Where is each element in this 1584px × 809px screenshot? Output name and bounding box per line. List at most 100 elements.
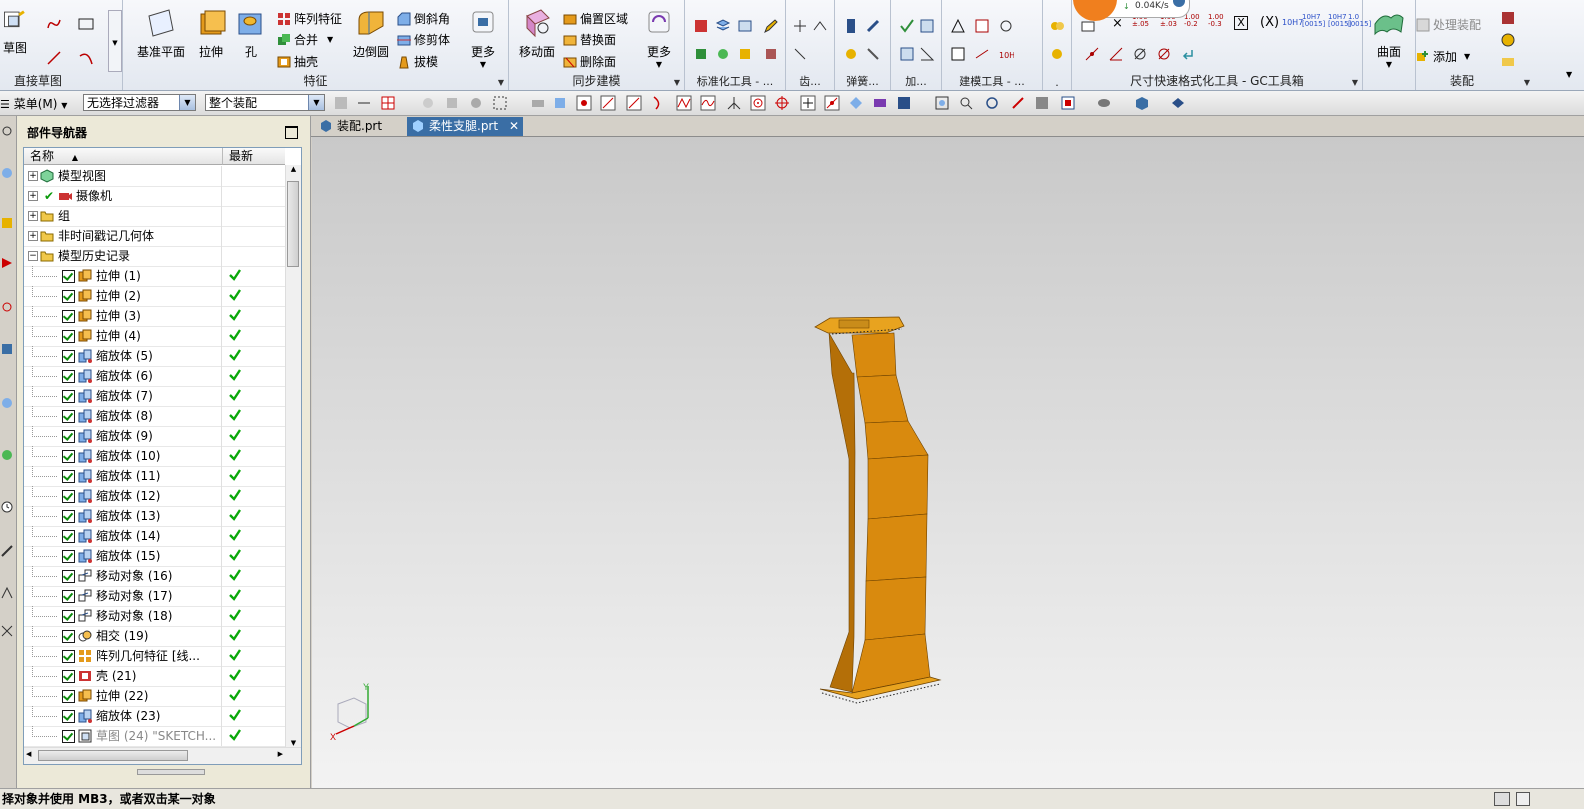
datum-plane-button[interactable]: 基准平面 [135,8,187,60]
graphics-window[interactable]: Y X [312,137,1584,788]
gear-mesh-icon[interactable] [812,18,828,34]
snap-grid-icon[interactable] [896,95,912,111]
assembly-group-dropdown[interactable]: ▼ [1524,78,1530,87]
feature-row[interactable]: 缩放体 (8) [24,406,285,427]
feature-row[interactable]: 拉伸 (22) [24,686,285,707]
snap-quadrant-icon[interactable] [774,95,790,111]
line-icon[interactable] [46,50,62,66]
dim-angle-icon[interactable] [1108,46,1124,62]
feature-visibility-checkbox[interactable] [62,330,75,343]
replace-face-button[interactable]: 替换面 [563,31,616,48]
feature-row[interactable]: 缩放体 (13) [24,506,285,527]
snap-control-icon[interactable] [676,95,692,111]
weld-icon[interactable] [763,46,779,62]
snap-on-curve-icon[interactable] [824,95,840,111]
reuse-library-icon[interactable] [0,300,14,314]
feature-row[interactable]: 缩放体 (11) [24,466,285,487]
feature-row[interactable]: 缩放体 (7) [24,386,285,407]
pan-view-icon[interactable] [1010,95,1026,111]
tab-flexible-leg[interactable]: 柔性支腿.prt ✕ [407,117,523,136]
feature-row[interactable]: 缩放体 (9) [24,426,285,447]
layer-icon[interactable] [715,18,731,34]
feature-row[interactable]: 壳 (21) [24,666,285,687]
feature-row[interactable]: 拉伸 (4) [24,326,285,347]
view-triad[interactable]: Y X [330,682,390,742]
snap-line-icon[interactable] [626,95,642,111]
expand-icon[interactable]: + [28,171,38,181]
orient-view-icon[interactable] [1060,95,1076,111]
horizontal-scrollbar[interactable]: ◀ ▶ [24,747,301,764]
dim-diameter-icon[interactable] [1132,46,1148,62]
delete-face-button[interactable]: 删除面 [563,53,616,70]
feature-row[interactable]: 拉伸 (1) [24,266,285,287]
edge-blend-button[interactable]: 边倒圆 [349,8,393,60]
fit-view-icon[interactable] [934,95,950,111]
feature-more-button[interactable]: 更多 ▼ [463,8,503,69]
feature-visibility-checkbox[interactable] [62,670,75,683]
extrude-button[interactable]: 拉伸 [191,8,231,60]
chamfer-button[interactable]: 倒斜角 [397,10,450,27]
column-header-name[interactable]: 名称 ▲ [24,148,222,165]
web-browser-icon[interactable] [0,396,14,410]
show-hide-icon[interactable] [1170,95,1186,111]
rectangle-select-icon[interactable] [492,95,508,111]
link-filter-icon[interactable] [356,95,372,111]
snap-spline-icon[interactable] [700,95,716,111]
assembly-navigator-icon[interactable] [0,166,14,180]
selection-scope-combo[interactable]: 整个装配 ▼ [205,94,325,111]
feature-visibility-checkbox[interactable] [62,630,75,643]
rectangle-icon[interactable] [78,16,94,32]
feature-visibility-checkbox[interactable] [62,550,75,563]
offset-region-button[interactable]: 偏置区域 [563,10,628,27]
vertical-scroll-thumb[interactable] [287,181,299,267]
feature-visibility-checkbox[interactable] [62,490,75,503]
feature-select-icon[interactable] [420,95,436,111]
feature-visibility-checkbox[interactable] [62,590,75,603]
maximize-icon[interactable] [285,126,298,139]
cube-select-icon[interactable] [552,95,568,111]
feature-row[interactable]: 拉伸 (2) [24,286,285,307]
sketch-button[interactable]: 草图 [0,8,30,56]
dim-diameter-2-icon[interactable] [1156,46,1172,62]
rotate-tool-icon[interactable] [998,18,1014,34]
feature-row[interactable]: 阵列几何特征 [线... [24,646,285,667]
hd3d-icon[interactable] [0,342,14,356]
feature-visibility-checkbox[interactable] [62,510,75,523]
snap-existing-point-icon[interactable] [800,95,816,111]
assembly-constraint-icon[interactable] [1500,10,1516,26]
pattern-feature-button[interactable]: 阵列特征 [277,10,342,27]
angle-tool-icon[interactable] [919,46,935,62]
check-tool-icon[interactable] [899,18,915,34]
body-select-icon[interactable] [444,95,460,111]
move-face-button[interactable]: 移动面 [515,8,559,60]
feature-visibility-checkbox[interactable] [62,730,75,743]
panel-resize-grip[interactable] [137,769,205,775]
surface-button[interactable]: 曲面 ▼ [1367,8,1411,69]
part-navigator-icon[interactable] [0,256,14,270]
snap-midpoint-icon[interactable] [600,95,616,111]
snap-arc-center-icon[interactable] [750,95,766,111]
snap-bounded-icon[interactable] [872,95,888,111]
arc-icon[interactable] [78,50,94,66]
feature-row[interactable]: 移动对象 (17) [24,586,285,607]
collapse-icon[interactable]: − [28,251,38,261]
snap-intersection-icon[interactable] [726,95,742,111]
feature-visibility-checkbox[interactable] [62,610,75,623]
feature-visibility-checkbox[interactable] [62,430,75,443]
feature-visibility-checkbox[interactable] [62,570,75,583]
nut-icon[interactable] [737,46,753,62]
feature-visibility-checkbox[interactable] [62,350,75,363]
sync-more-button[interactable]: 更多 ▼ [639,8,679,69]
feature-visibility-checkbox[interactable] [62,450,75,463]
frame-icon[interactable] [950,46,966,62]
feature-row[interactable]: 缩放体 (10) [24,446,285,467]
spring-delete-icon[interactable] [865,46,881,62]
pencil-icon[interactable] [763,18,779,34]
tree-node[interactable]: + 组 [24,206,285,227]
chevron-down-icon[interactable]: ▼ [179,95,195,110]
mirror-assembly-icon[interactable] [1500,54,1516,70]
status-view-icon[interactable] [1494,792,1510,806]
hole-button[interactable]: 孔 [231,8,271,60]
measure-icon[interactable] [0,544,14,558]
feature-visibility-checkbox[interactable] [62,530,75,543]
